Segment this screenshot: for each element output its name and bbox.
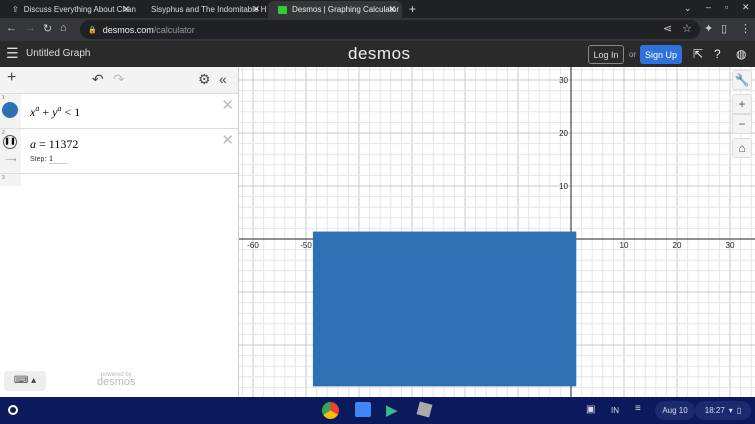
zoom-out-button[interactable]: − [732, 114, 752, 134]
home-icon[interactable]: ⌂ [60, 22, 67, 34]
powered-by-desmos[interactable]: powered by desmos [97, 372, 136, 388]
y-tick-label: 20 [559, 129, 568, 138]
y-tick-label: 10 [559, 182, 568, 191]
tab-discuss[interactable]: ⇪ Discuss Everything About Chang ✕ [2, 1, 136, 18]
redo-icon[interactable]: ↷ [113, 71, 125, 88]
battery-icon: ▯ [736, 406, 742, 415]
x-tick-label: -60 [247, 241, 259, 250]
help-icon[interactable]: ? [714, 47, 721, 61]
close-tab-icon[interactable]: ✕ [252, 4, 260, 15]
files-icon[interactable] [355, 402, 371, 417]
pause-icon[interactable]: ❚❚ [3, 135, 17, 149]
launcher-icon[interactable] [8, 405, 18, 415]
x-tick-label: 10 [620, 241, 629, 250]
direction-arrow-icon[interactable]: ⟶ [5, 155, 16, 164]
menu-icon[interactable]: ⋮ [740, 22, 751, 35]
add-expression-icon[interactable]: + [7, 69, 16, 87]
clock: 18:27 [704, 406, 725, 415]
toolbar: ← → ↻ ⌂ 🔒 desmos.com/calculator ⋖ ☆ ✦ ▯ ⋮ [0, 18, 755, 41]
expression-1[interactable]: 1 xa + ya < 1 ✕ [0, 94, 238, 129]
delete-expression-icon[interactable]: ✕ [221, 131, 234, 149]
share-graph-icon[interactable]: ⇱ [693, 47, 703, 61]
expression-toolbar: + ↶ ↷ ⚙ « [0, 67, 238, 94]
default-view-home-icon[interactable]: ⌂ [732, 138, 752, 158]
graph-canvas[interactable]: -60 -50 10 20 30 10 20 30 [239, 67, 755, 397]
tab-desmos[interactable]: Desmos | Graphing Calculator ✕ [268, 1, 402, 18]
keyboard-toggle-button[interactable]: ⌨ ▴ [4, 371, 46, 391]
bookmark-star-icon[interactable]: ☆ [682, 22, 692, 35]
delete-expression-icon[interactable]: ✕ [221, 96, 234, 114]
input-method-indicator[interactable]: IN [605, 401, 625, 420]
date-indicator[interactable]: Aug 10 [655, 401, 695, 420]
desmos-logo: desmos [348, 44, 411, 63]
maximize-icon[interactable]: ▫ [725, 2, 728, 12]
undo-icon[interactable]: ↶ [92, 71, 104, 88]
tab-strip: ⇪ Discuss Everything About Chang ✕ Sisyphu… [0, 0, 755, 18]
or-label: or [629, 50, 637, 59]
extensions-icon[interactable]: ✦ [704, 22, 713, 35]
back-icon[interactable]: ← [6, 22, 17, 34]
minimize-icon[interactable]: – [706, 2, 711, 12]
new-tab-button[interactable]: + [409, 2, 416, 16]
slider-value: a = 11372 [30, 137, 79, 151]
login-button[interactable]: Log In [588, 45, 624, 64]
wifi-icon: ▾ [728, 406, 733, 415]
close-tab-icon[interactable]: ✕ [388, 4, 396, 15]
forward-icon[interactable]: → [25, 22, 36, 34]
x-tick-label: 30 [726, 241, 735, 250]
hamburger-menu-icon[interactable]: ☰ [6, 45, 19, 62]
graph-settings-wrench-icon[interactable]: 🔧 [732, 70, 752, 90]
share-icon[interactable]: ⋖ [663, 22, 672, 35]
signup-button[interactable]: Sign Up [640, 45, 682, 64]
step-label: Step: [30, 156, 47, 163]
side-panel-icon[interactable]: ▯ [721, 22, 727, 35]
x-tick-label: 20 [673, 241, 682, 250]
step-input[interactable]: 1 [49, 154, 67, 164]
lock-icon: 🔒 [88, 26, 97, 34]
chrome-icon[interactable] [322, 402, 339, 419]
x-tick-label: -50 [300, 241, 312, 250]
desmos-header: ☰ Untitled Graph desmos Log In or Sign U… [0, 41, 755, 67]
y-tick-label: 30 [559, 76, 568, 85]
os-shelf: ▶ ▣ IN ≡ Aug 10 18:27 ▾ ▯ [0, 397, 755, 424]
tote-icon[interactable]: ≡ [635, 403, 641, 414]
settings-gear-icon[interactable]: ⚙ [198, 71, 211, 88]
upload-icon: ⇪ [12, 5, 19, 14]
color-style-icon[interactable] [2, 102, 18, 118]
expression-math: xa + ya < 1 [30, 104, 81, 119]
expression-panel: + ↶ ↷ ⚙ « 1 xa + ya < 1 ✕ 2 ❚❚ ⟶ a = 113… [0, 67, 239, 397]
status-tray[interactable]: 18:27 ▾ ▯ [695, 401, 751, 420]
screen-capture-icon[interactable]: ▣ [586, 404, 595, 415]
zoom-in-button[interactable]: + [732, 94, 752, 114]
language-globe-icon[interactable]: ◍ [736, 47, 746, 61]
close-window-icon[interactable]: ✕ [742, 2, 750, 13]
collapse-panel-icon[interactable]: « [219, 71, 227, 87]
tab-sisyphus[interactable]: Sisyphus and The Indomitable H ✕ [136, 1, 266, 18]
play-store-icon[interactable]: ▶ [386, 401, 398, 419]
graph-paper[interactable]: -60 -50 10 20 30 10 20 30 [239, 67, 755, 397]
graph-title[interactable]: Untitled Graph [26, 48, 90, 59]
reload-icon[interactable]: ↻ [43, 22, 52, 35]
expression-2-slider[interactable]: 2 ❚❚ ⟶ a = 11372 Step: 1 ✕ [0, 129, 238, 174]
tab-search-icon[interactable]: ⌄ [684, 3, 692, 14]
roblox-icon[interactable] [416, 401, 433, 418]
desmos-icon [278, 5, 287, 14]
close-tab-icon[interactable]: ✕ [122, 4, 130, 15]
inequality-region [312, 231, 577, 387]
address-bar[interactable]: 🔒 desmos.com/calculator [80, 20, 700, 39]
